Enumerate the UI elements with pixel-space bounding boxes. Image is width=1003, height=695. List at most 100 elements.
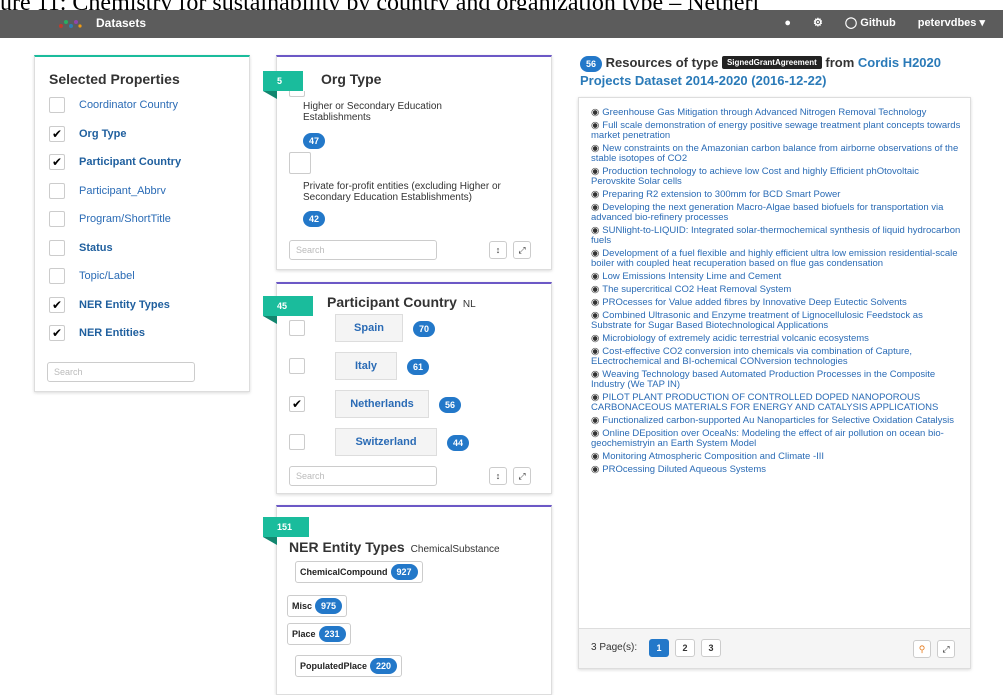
property-row[interactable]: Topic/Label	[49, 266, 135, 286]
country-count: 61	[407, 359, 430, 375]
country-button[interactable]: Netherlands	[335, 390, 429, 418]
sort-button[interactable]: ↕	[489, 467, 507, 485]
property-label[interactable]: Coordinator Country	[79, 99, 178, 111]
property-label[interactable]: Program/ShortTitle	[79, 213, 171, 225]
property-checkbox[interactable]	[49, 125, 65, 142]
property-row[interactable]: NER Entities	[49, 323, 145, 343]
selected-properties-panel: Selected Properties Coordinator Country O…	[34, 55, 250, 392]
property-checkbox[interactable]	[49, 182, 65, 199]
property-row[interactable]: NER Entity Types	[49, 295, 170, 315]
resources-header: 56 Resources of type SignedGrantAgreemen…	[580, 55, 941, 88]
property-label[interactable]: NER Entity Types	[79, 299, 170, 311]
github-link[interactable]: ◯ Github	[845, 16, 896, 29]
property-label[interactable]: Status	[79, 242, 113, 254]
org-type-checkbox-2[interactable]	[289, 152, 311, 174]
user-menu[interactable]: petervdbes ▾	[918, 16, 985, 29]
org-type-count: 5	[263, 71, 303, 99]
expand-icon[interactable]: ⤢	[937, 640, 955, 658]
participant-country-count: 45	[263, 296, 313, 324]
properties-search-input[interactable]: Search	[47, 362, 195, 382]
resource-link[interactable]: ◉ Combined Ultrasonic and Enzyme treatmen…	[591, 311, 965, 331]
country-button[interactable]: Spain	[335, 314, 403, 342]
resource-link[interactable]: ◉ Low Emissions Intensity Lime and Cement	[591, 272, 965, 282]
ner-type-pill[interactable]: Place 231	[287, 623, 351, 645]
org-type-count-2: 42	[303, 211, 326, 227]
resource-link[interactable]: ◉ Monitoring Atmospheric Composition and …	[591, 452, 965, 462]
country-button[interactable]: Switzerland	[335, 428, 437, 456]
property-checkbox[interactable]	[49, 154, 65, 170]
resource-link[interactable]: ◉ Development of a fuel flexible and high…	[591, 249, 965, 269]
org-type-checkbox-1[interactable]	[289, 91, 305, 97]
property-checkbox[interactable]	[49, 239, 65, 256]
ner-type-pill[interactable]: Misc 975	[287, 595, 348, 617]
resource-link[interactable]: ◉ The supercritical CO2 Heat Removal Syst…	[591, 285, 965, 295]
property-checkbox[interactable]	[49, 325, 65, 341]
resource-link[interactable]: ◉ Full scale demonstration of energy posi…	[591, 121, 965, 141]
sort-button[interactable]: ↕	[489, 241, 507, 259]
resource-link[interactable]: ◉ Developing the next generation Macro-Al…	[591, 203, 965, 223]
cube-icon: ◉	[591, 107, 600, 118]
resource-link[interactable]: ◉ PILOT PLANT PRODUCTION OF CONTROLLED DO…	[591, 393, 965, 413]
country-checkbox[interactable]	[289, 358, 305, 374]
resource-link[interactable]: ◉ PROcessing Diluted Aqueous Systems	[591, 465, 965, 475]
country-search-input[interactable]: Search	[289, 466, 437, 486]
resource-link[interactable]: ◉ Online DEposition over OceaNs: Modeling…	[591, 429, 965, 449]
ner-type-label: ChemicalCompound	[300, 567, 388, 577]
property-label[interactable]: Participant Country	[79, 156, 181, 168]
property-row[interactable]: Program/ShortTitle	[49, 209, 171, 229]
expand-icon[interactable]: ⤢	[513, 241, 531, 259]
resource-link[interactable]: ◉ SUNlight-to-LIQUID: Integrated solar-th…	[591, 226, 965, 246]
property-checkbox[interactable]	[49, 211, 65, 227]
property-row[interactable]: Coordinator Country	[49, 95, 178, 115]
resource-link[interactable]: ◉ Production technology to achieve low Co…	[591, 167, 965, 187]
ner-types-panel: 151 NER Entity Types ChemicalSubstance Ch…	[263, 505, 552, 695]
ner-type-count: 975	[315, 598, 343, 614]
property-row[interactable]: Participant_Abbrv	[49, 181, 166, 201]
info-icon[interactable]: ●	[784, 17, 791, 29]
resource-link[interactable]: ◉ PROcesses for Value added fibres by Inn…	[591, 298, 965, 308]
ner-types-title: NER Entity Types ChemicalSubstance	[289, 539, 500, 555]
ner-type-label: PopulatedPlace	[300, 661, 368, 671]
property-label[interactable]: Participant_Abbrv	[79, 185, 166, 197]
cube-icon: ◉	[591, 415, 600, 426]
ner-type-pill[interactable]: PopulatedPlace 220	[295, 655, 403, 677]
page-button[interactable]: 3	[701, 639, 721, 657]
property-label[interactable]: Org Type	[79, 128, 126, 140]
expand-icon[interactable]: ⤢	[513, 467, 531, 485]
resource-link[interactable]: ◉ Preparing R2 extension to 300mm for BCD…	[591, 190, 965, 200]
country-button[interactable]: Italy	[335, 352, 397, 380]
property-row[interactable]: Org Type	[49, 124, 126, 144]
settings-icon[interactable]: ⚙	[813, 16, 823, 29]
property-checkbox[interactable]	[49, 268, 65, 284]
property-checkbox[interactable]	[49, 296, 65, 313]
resource-link[interactable]: ◉ Functionalized carbon-supported Au Nano…	[591, 416, 965, 426]
participant-country-panel: 45 Participant CountryNL Spain 70 Italy 61 N…	[263, 282, 552, 494]
property-checkbox[interactable]	[49, 97, 65, 113]
resource-link[interactable]: ◉ Cost-effective CO2 conversion into chem…	[591, 347, 965, 367]
resource-link[interactable]: ◉ New constraints on the Amazonian carbon…	[591, 144, 965, 164]
ner-types-count: 151	[263, 517, 309, 545]
resource-link[interactable]: ◉ Weaving Technology based Automated Prod…	[591, 370, 965, 390]
country-count: 70	[413, 321, 436, 337]
org-type-search-input[interactable]: Search	[289, 240, 437, 260]
country-count: 56	[439, 397, 462, 413]
property-row[interactable]: Status	[49, 238, 113, 258]
resource-link[interactable]: ◉ Greenhouse Gas Mitigation through Advan…	[591, 108, 965, 118]
org-type-panel: 5 Org Type Higher or Secondary Education…	[263, 55, 552, 270]
cube-icon: ◉	[591, 464, 600, 475]
page-button[interactable]: 1	[649, 639, 669, 657]
page-button[interactable]: 2	[675, 639, 695, 657]
property-label[interactable]: NER Entities	[79, 327, 145, 339]
country-checkbox[interactable]	[289, 434, 305, 450]
search-button[interactable]: ⚲	[913, 640, 931, 658]
ner-type-label: Place	[292, 629, 316, 639]
ner-type-pill[interactable]: ChemicalCompound 927	[295, 561, 423, 583]
property-label[interactable]: Topic/Label	[79, 270, 135, 282]
resource-link[interactable]: ◉ Microbiology of extremely acidic terres…	[591, 334, 965, 344]
property-row[interactable]: Participant Country	[49, 152, 181, 172]
ner-type-count: 927	[390, 564, 418, 580]
country-checkbox[interactable]	[289, 396, 305, 412]
cube-icon: ◉	[591, 297, 600, 308]
country-checkbox[interactable]	[289, 320, 305, 336]
nav-datasets[interactable]: Datasets	[96, 16, 146, 30]
